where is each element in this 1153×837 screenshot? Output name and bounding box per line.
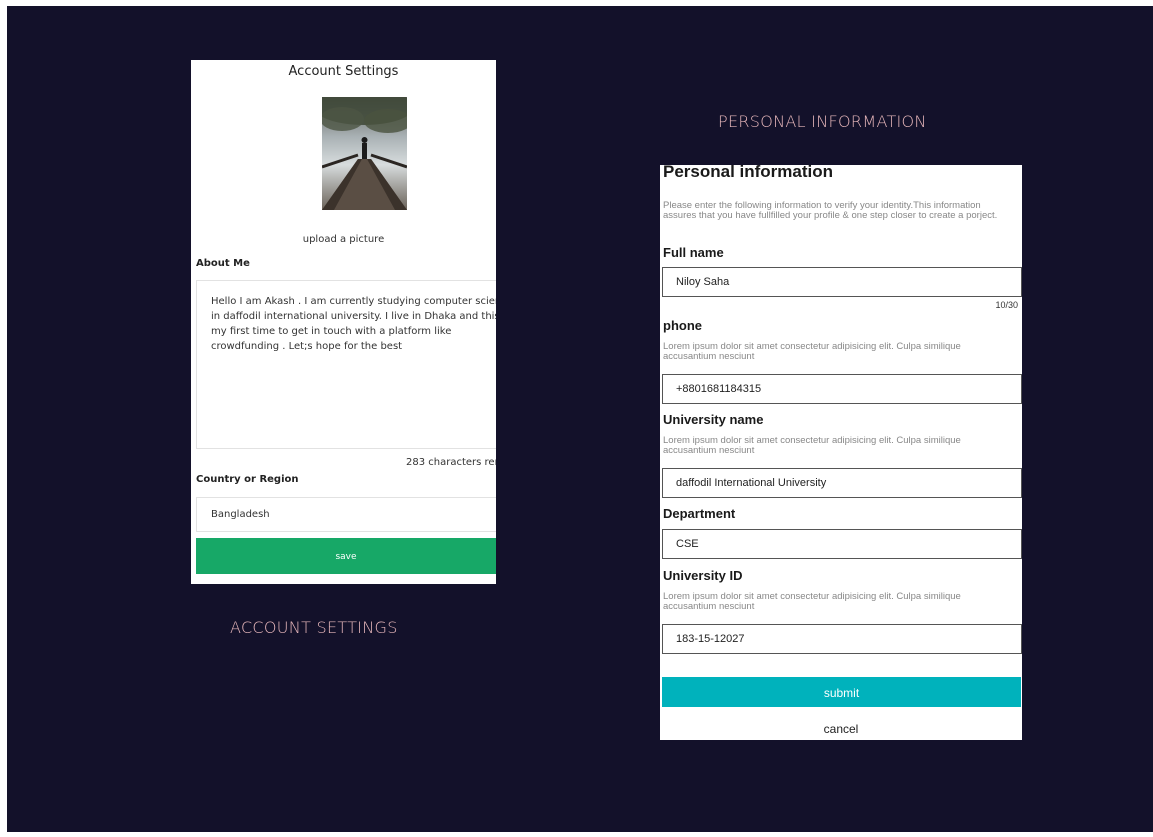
university-name-description: Lorem ipsum dolor sit amet consectetur a… xyxy=(663,435,961,456)
university-id-description: Lorem ipsum dolor sit amet consectetur a… xyxy=(663,591,961,612)
characters-remaining: 283 characters rem xyxy=(406,457,496,468)
phone-label: phone xyxy=(663,318,702,333)
university-id-input[interactable]: 183-15-12027 xyxy=(662,624,1022,654)
canvas-background: Account Settings upload a picture About … xyxy=(7,6,1153,832)
university-name-label: University name xyxy=(663,412,764,427)
about-me-textarea[interactable]: Hello I am Akash . I am currently studyi… xyxy=(196,280,496,449)
account-settings-card: Account Settings upload a picture About … xyxy=(191,60,496,584)
department-input[interactable]: CSE xyxy=(662,529,1022,559)
phone-description: Lorem ipsum dolor sit amet consectetur a… xyxy=(663,341,961,362)
full-name-input[interactable]: Niloy Saha xyxy=(662,267,1022,297)
submit-button[interactable]: submit xyxy=(662,677,1021,707)
country-input[interactable]: Bangladesh xyxy=(196,497,496,532)
personal-information-caption: PERSONAL INFORMATION xyxy=(718,112,927,131)
about-me-label: About Me xyxy=(196,258,250,269)
about-me-line: Hello I am Akash . I am currently studyi… xyxy=(211,296,496,307)
full-name-counter: 10/30 xyxy=(995,300,1018,310)
full-name-label: Full name xyxy=(663,245,724,260)
about-me-line: my first time to get in touch with a pla… xyxy=(211,326,452,337)
profile-photo-image xyxy=(322,97,407,210)
university-name-input[interactable]: daffodil International University xyxy=(662,468,1022,498)
country-label: Country or Region xyxy=(196,474,299,485)
save-button[interactable]: save xyxy=(196,538,496,574)
department-label: Department xyxy=(663,506,736,521)
personal-information-heading: Personal information xyxy=(663,165,834,181)
cancel-button[interactable]: cancel xyxy=(660,722,1022,736)
intro-text: Please enter the following information t… xyxy=(663,200,998,221)
about-me-line: in daffodil international university. I … xyxy=(211,311,496,322)
university-id-label: University ID xyxy=(663,568,743,583)
upload-picture-link[interactable]: upload a picture xyxy=(191,234,496,245)
phone-input[interactable]: +8801681184315 xyxy=(662,374,1022,404)
personal-information-card: Personal information Please enter the fo… xyxy=(660,165,1022,740)
profile-picture[interactable] xyxy=(322,97,407,210)
account-settings-caption: ACCOUNT SETTINGS xyxy=(230,618,398,637)
about-me-line: crowdfunding . Let;s hope for the best xyxy=(211,341,403,352)
account-settings-title: Account Settings xyxy=(288,64,399,79)
